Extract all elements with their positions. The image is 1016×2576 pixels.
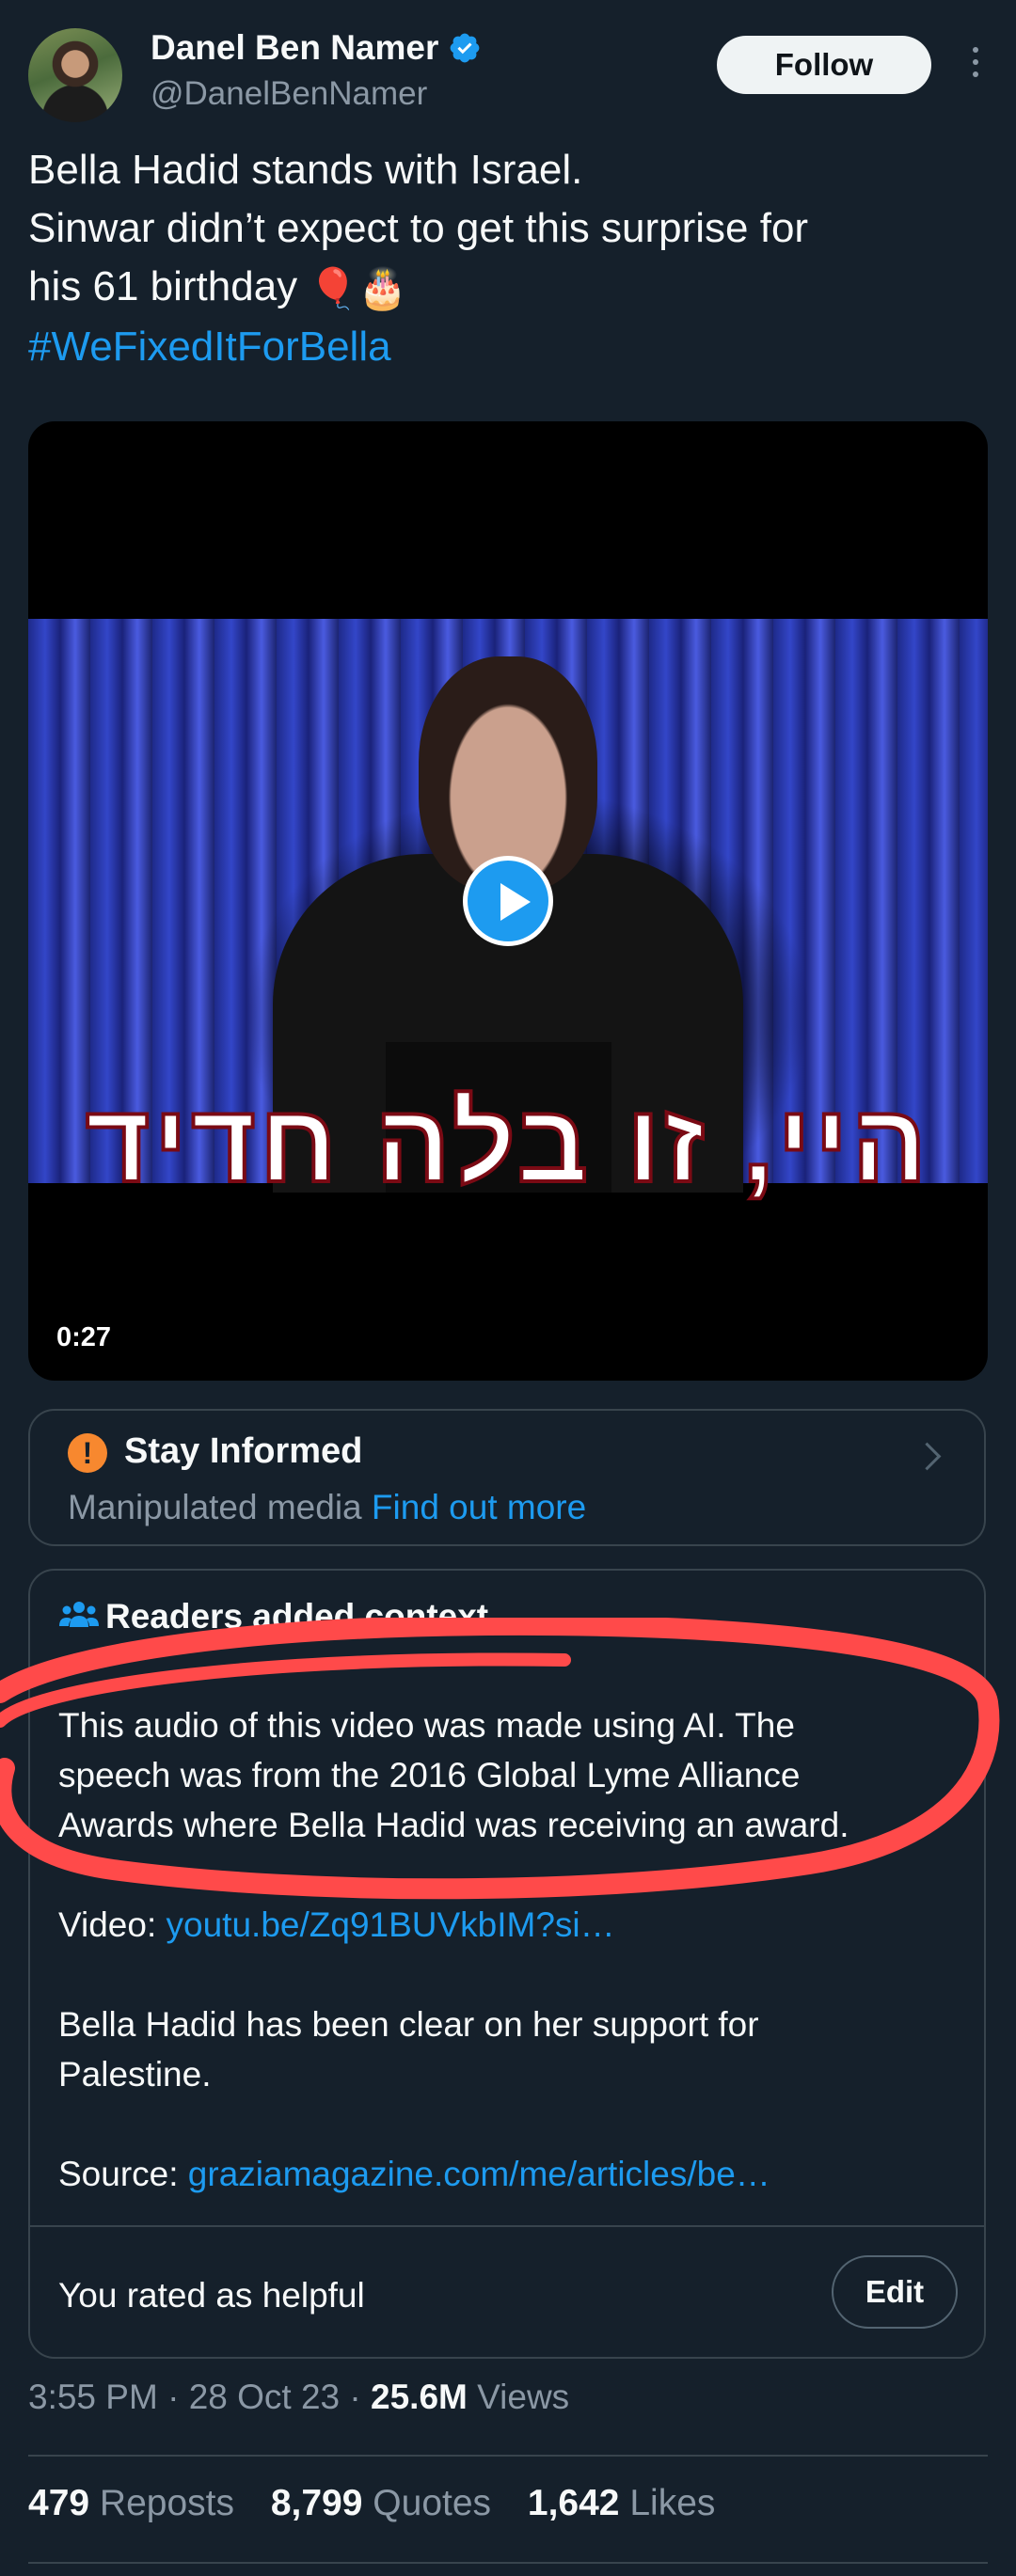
tweet-meta: 3:55 PM · 28 Oct 23 · 25.6M Views [28,2378,570,2416]
tweet-line-text: his 61 birthday [28,263,298,309]
views-count: 25.6M [371,2378,468,2416]
reposts-stat[interactable]: 479 Reposts [28,2483,234,2523]
author-name-row: Danel Ben Namer [151,28,482,68]
context-line: Bella Hadid has been clear on her suppor… [58,2005,759,2044]
play-icon[interactable] [463,856,553,946]
people-icon [59,1602,99,1627]
tweet-line-with-emoji: his 61 birthday 🎈🎂 [28,258,978,318]
context-body: This audio of this video was made using … [58,1700,961,2199]
likes-count: 1,642 [527,2483,620,2523]
reposts-label: Reposts [99,2483,234,2523]
likes-label: Likes [629,2483,716,2523]
divider [30,2225,984,2227]
author-name[interactable]: Danel Ben Namer [151,28,438,68]
quotes-label: Quotes [373,2483,492,2523]
reposts-count: 479 [28,2483,90,2523]
tweet-text: Bella Hadid stands with Israel. Sinwar d… [28,141,978,376]
context-line: This audio of this video was made using … [58,1706,795,1745]
divider [28,2455,988,2457]
verified-badge-icon [451,33,480,63]
context-line: Palestine. [58,2055,212,2094]
context-line: speech was from the 2016 Global Lyme All… [58,1756,801,1794]
source-prefix: Source: [58,2155,179,2193]
balloon-cake-emoji: 🎈🎂 [309,266,407,311]
more-options-icon[interactable] [971,47,980,85]
tweet-date[interactable]: 28 Oct 23 [189,2378,340,2416]
tweet-line: Sinwar didn’t expect to get this surpris… [28,205,809,251]
author-handle[interactable]: @DanelBenNamer [151,75,427,113]
tweet-time[interactable]: 3:55 PM [28,2378,158,2416]
chevron-right-icon [913,1442,942,1471]
follow-button[interactable]: Follow [717,36,931,94]
video-duration: 0:27 [56,1322,112,1352]
rated-helpful-text: You rated as helpful [58,2276,365,2315]
video-link[interactable]: youtu.be/Zq91BUVkbIM?si… [167,1905,615,1944]
likes-stat[interactable]: 1,642 Likes [528,2483,716,2523]
edit-rating-button[interactable]: Edit [832,2255,958,2329]
video-prefix: Video: [58,1905,157,1944]
quotes-count: 8,799 [270,2483,363,2523]
video-caption: היי, זו בלה חדיד [84,1080,931,1208]
hashtag-link[interactable]: #WeFixedItForBella [28,318,978,376]
tweet-line: Bella Hadid stands with Israel. [28,147,583,193]
quotes-stat[interactable]: 8,799 Quotes [271,2483,491,2523]
community-note: Readers added context This audio of this… [28,1569,986,2359]
manipulated-media-label: Manipulated media [68,1488,362,1526]
source-link[interactable]: graziamagazine.com/me/articles/be… [188,2155,770,2193]
views-label: Views [477,2378,570,2416]
context-line: Awards where Bella Hadid was receiving a… [58,1806,849,1844]
tweet-header: Danel Ben Namer @DanelBenNamer Follow [28,28,988,122]
divider [28,2562,988,2564]
stay-informed-card[interactable]: ! Stay Informed Manipulated media Find o… [28,1409,986,1546]
stay-informed-title: Stay Informed [124,1431,363,1471]
engagement-stats: 479 Reposts 8,799 Quotes 1,642 Likes [28,2483,741,2524]
find-out-more-link[interactable]: Find out more [372,1488,586,1526]
author-avatar[interactable] [28,28,122,122]
video-player[interactable]: היי, זו בלה חדיד 0:27 [28,421,988,1381]
stay-informed-subtitle: Manipulated media Find out more [68,1488,586,1527]
warning-icon: ! [68,1433,107,1473]
context-title: Readers added context [105,1597,489,1636]
